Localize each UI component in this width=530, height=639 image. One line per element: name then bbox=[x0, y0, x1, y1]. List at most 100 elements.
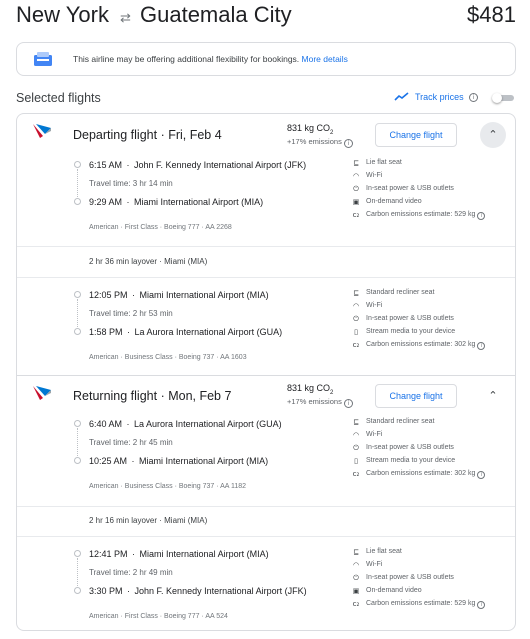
arrival-dot bbox=[74, 328, 81, 335]
track-prices[interactable]: Track prices i bbox=[394, 90, 514, 106]
co2-total: 831 kg CO2 bbox=[287, 123, 334, 136]
divider bbox=[17, 506, 515, 507]
flight-segment: 12:05 PM · Miami International Airport (… bbox=[17, 284, 515, 374]
departure-time: 12:41 PM bbox=[89, 549, 128, 559]
power-plug-icon: ⏻ bbox=[353, 185, 359, 193]
departure-dot bbox=[74, 550, 81, 557]
arrival-time: 9:29 AM bbox=[89, 197, 123, 207]
phone-stream-icon: ▯ bbox=[354, 328, 358, 336]
arrival-time: 3:30 PM bbox=[89, 586, 123, 596]
trip-header: New York ⇄ Guatemala City $481 bbox=[16, 2, 516, 30]
amenity-item: c₂ Carbon emissions estimate: 529 kg i bbox=[351, 210, 511, 222]
toggle-knob bbox=[492, 93, 502, 103]
origin-city: New York bbox=[16, 2, 109, 27]
layover-info: 2 hr 16 min layover · Miami (MIA) bbox=[89, 516, 208, 525]
selected-flights-heading: Selected flights bbox=[16, 91, 101, 105]
total-price: $481 bbox=[467, 2, 516, 27]
co2-icon: c₂ bbox=[352, 211, 360, 219]
track-prices-label[interactable]: Track prices bbox=[415, 92, 464, 102]
american-airlines-logo-icon bbox=[33, 124, 51, 138]
info-icon[interactable]: i bbox=[477, 342, 486, 350]
returning-flight-card: Returning flight · Mon, Feb 7 831 kg CO2… bbox=[16, 375, 516, 631]
departure-dot bbox=[74, 420, 81, 427]
arrival-time: 1:58 PM bbox=[89, 327, 123, 337]
video-icon: ▣ bbox=[352, 587, 360, 595]
swap-arrows-icon: ⇄ bbox=[120, 10, 131, 25]
divider bbox=[17, 246, 515, 247]
flight-meta: American · First Class · Boeing 777 · AA… bbox=[89, 613, 228, 620]
amenity-item: ▯ Stream media to your device bbox=[351, 327, 511, 339]
travel-time: Travel time: 2 hr 53 min bbox=[89, 309, 173, 318]
wifi-icon: ◠ bbox=[352, 302, 360, 310]
track-prices-toggle[interactable] bbox=[492, 93, 514, 103]
departing-flight-date: Fri, Feb 4 bbox=[168, 128, 222, 142]
amenity-item: c₂ Carbon emissions estimate: 302 kg i bbox=[351, 340, 511, 352]
info-icon[interactable]: i bbox=[343, 399, 353, 408]
departure-time: 6:40 AM bbox=[89, 419, 123, 429]
power-plug-icon: ⏻ bbox=[353, 315, 359, 323]
flight-segment: 12:41 PM · Miami International Airport (… bbox=[17, 543, 515, 631]
amenity-item: c₂ Carbon emissions estimate: 529 kg i bbox=[351, 599, 511, 611]
flight-meta: American · First Class · Boeing 777 · AA… bbox=[89, 224, 232, 231]
chevron-up-icon[interactable]: ⌃ bbox=[480, 383, 506, 409]
route-line bbox=[77, 428, 78, 456]
departure-airport: Miami International Airport (MIA) bbox=[139, 290, 269, 300]
change-departing-flight-button[interactable]: Change flight bbox=[375, 123, 457, 147]
amenity-item: ◠ Wi-Fi bbox=[352, 561, 383, 569]
chevron-up-icon[interactable]: ⌃ bbox=[480, 122, 506, 148]
route-line bbox=[77, 558, 78, 586]
amenity-item: ⏻ In-seat power & USB outlets bbox=[351, 443, 511, 455]
info-icon[interactable]: i bbox=[477, 601, 486, 609]
divider bbox=[17, 277, 515, 278]
phone-stream-icon: ▯ bbox=[354, 457, 358, 465]
departure-airport: Miami International Airport (MIA) bbox=[139, 549, 269, 559]
wifi-icon: ◠ bbox=[352, 172, 360, 180]
travel-time: Travel time: 3 hr 14 min bbox=[89, 179, 173, 188]
arrival-airport: Miami International Airport (MIA) bbox=[139, 456, 269, 466]
arrival-airport: Miami International Airport (MIA) bbox=[134, 197, 264, 207]
info-icon[interactable]: i bbox=[477, 471, 486, 479]
video-icon: ▣ bbox=[352, 198, 360, 206]
divider bbox=[17, 536, 515, 537]
flight-segment: 6:15 AM · John F. Kennedy International … bbox=[17, 154, 515, 244]
info-icon[interactable]: i bbox=[477, 212, 486, 220]
wifi-icon: ◠ bbox=[352, 561, 360, 569]
more-details-link[interactable]: More details bbox=[302, 54, 348, 64]
destination-city: Guatemala City bbox=[140, 2, 292, 27]
amenity-item: ⊑ Lie flat seat bbox=[351, 547, 511, 559]
american-airlines-logo-icon bbox=[33, 386, 51, 400]
departure-dot bbox=[74, 161, 81, 168]
change-returning-flight-button[interactable]: Change flight bbox=[375, 384, 457, 408]
amenity-item: ▯ Stream media to your device bbox=[351, 456, 511, 468]
power-plug-icon: ⏻ bbox=[353, 574, 359, 582]
departure-dot bbox=[74, 291, 81, 298]
flexibility-notice: This airline may be offering additional … bbox=[16, 42, 516, 76]
amenity-item: ⏻ In-seat power & USB outlets bbox=[351, 314, 511, 326]
emissions-delta: +17% emissions i bbox=[287, 137, 353, 148]
arrival-airport: John F. Kennedy International Airport (J… bbox=[134, 586, 307, 596]
info-icon[interactable]: i bbox=[343, 139, 353, 148]
departing-flight-title: Departing flight bbox=[73, 128, 158, 142]
arrival-dot bbox=[74, 587, 81, 594]
flight-segment: 6:40 AM · La Aurora International Airpor… bbox=[17, 413, 515, 503]
amenity-item: ⊑ Standard recliner seat bbox=[351, 417, 511, 429]
trend-line-icon bbox=[394, 92, 409, 101]
departure-time: 12:05 PM bbox=[89, 290, 128, 300]
arrival-time: 10:25 AM bbox=[89, 456, 128, 466]
arrival-airport: La Aurora International Airport (GUA) bbox=[134, 327, 283, 337]
notice-text: This airline may be offering additional … bbox=[73, 54, 300, 64]
returning-flight-date: Mon, Feb 7 bbox=[168, 389, 232, 403]
power-plug-icon: ⏻ bbox=[353, 444, 359, 452]
returning-flight-title: Returning flight bbox=[73, 389, 158, 403]
amenity-item: ⊑ Standard recliner seat bbox=[351, 288, 511, 300]
route-line bbox=[77, 169, 78, 197]
co2-icon: c₂ bbox=[352, 341, 360, 349]
seat-icon: ⊑ bbox=[353, 548, 359, 556]
amenity-item: ◠ Wi-Fi bbox=[352, 302, 383, 310]
info-icon[interactable]: i bbox=[469, 93, 478, 102]
co2-icon: c₂ bbox=[352, 470, 360, 478]
co2-total: 831 kg CO2 bbox=[287, 383, 334, 396]
emissions-delta: +17% emissions i bbox=[287, 397, 353, 408]
airline-ticket-icon bbox=[34, 52, 52, 66]
co2-icon: c₂ bbox=[352, 600, 360, 608]
